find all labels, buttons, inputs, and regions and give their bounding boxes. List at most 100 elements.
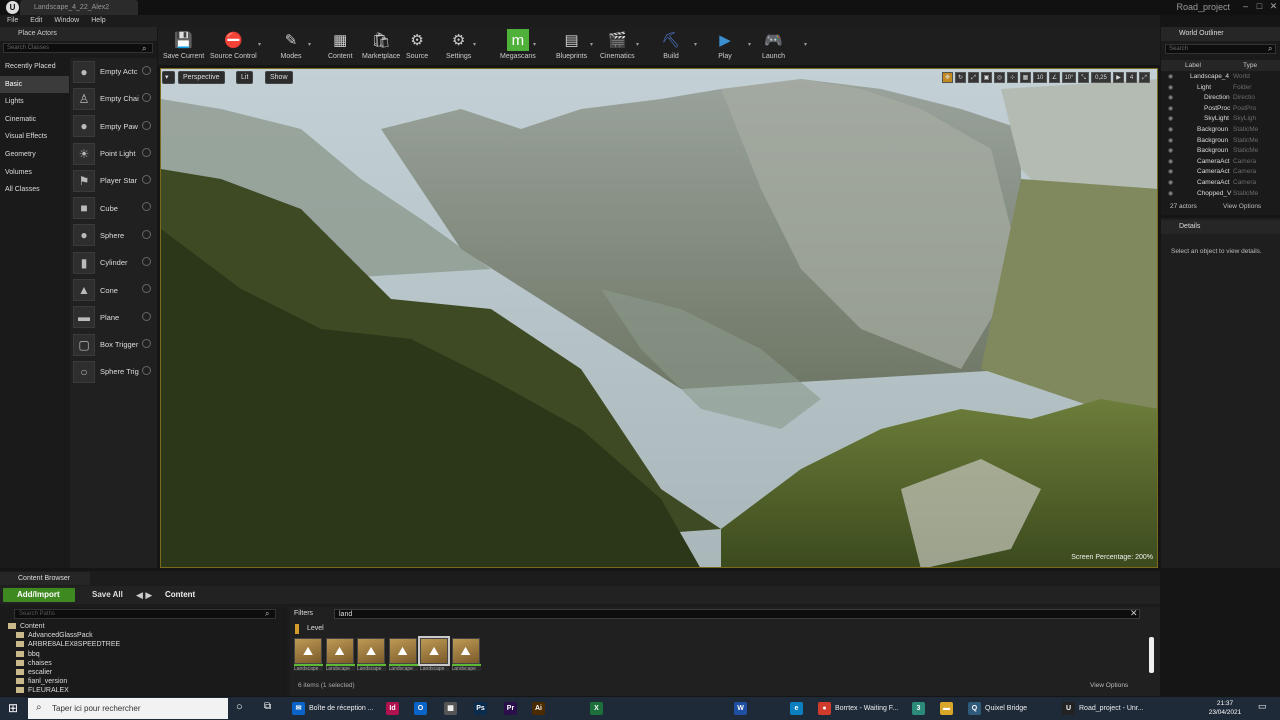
dropdown-arrow-icon[interactable]: ▾	[533, 41, 536, 48]
taskbar-app[interactable]: Pr	[504, 699, 517, 718]
folder-item[interactable]: fianl_version	[16, 677, 67, 686]
folder-item[interactable]: Content	[8, 622, 45, 631]
outliner-row[interactable]: ◉ Light Folder	[1161, 83, 1280, 94]
category-cinematic[interactable]: Cinematic	[0, 111, 69, 129]
folder-item[interactable]: FLEURALEX	[16, 686, 69, 695]
settings-button[interactable]: ⚙ Settings	[446, 29, 471, 63]
info-icon[interactable]	[142, 366, 151, 376]
actor-item[interactable]: ● Sphere	[70, 222, 157, 249]
minimize-icon[interactable]: –	[1238, 0, 1253, 12]
visibility-eye-icon[interactable]: ◉	[1168, 104, 1173, 115]
select-mode-icon[interactable]: ✥	[942, 72, 953, 83]
scale-snap-icon[interactable]: ⤡	[1078, 72, 1089, 83]
search-classes-input[interactable]: Search Classes	[3, 43, 153, 53]
info-icon[interactable]	[142, 147, 151, 157]
info-icon[interactable]	[142, 175, 151, 185]
grid-value[interactable]: 10	[1033, 72, 1047, 83]
marketplace-button[interactable]: 🛍 Marketplace	[362, 29, 400, 63]
taskbar-app[interactable]: e	[790, 699, 803, 718]
visibility-eye-icon[interactable]: ◉	[1168, 146, 1173, 157]
visibility-eye-icon[interactable]: ◉	[1168, 157, 1173, 168]
visibility-eye-icon[interactable]: ◉	[1168, 93, 1173, 104]
folder-item[interactable]: bbq	[16, 650, 40, 659]
outliner-row[interactable]: ◉ Landscape_4 World	[1161, 72, 1280, 83]
source-button[interactable]: ⚙ Source	[406, 29, 428, 63]
level-viewport[interactable]	[160, 68, 1158, 568]
info-icon[interactable]	[142, 257, 151, 267]
menu-help[interactable]: Help	[91, 15, 105, 27]
category-recently-placed[interactable]: Recently Placed	[0, 58, 69, 76]
world-outliner-tab[interactable]: World Outliner	[1161, 27, 1280, 41]
folder-item[interactable]: chaises	[16, 659, 52, 668]
taskbar-app[interactable]: Id	[386, 699, 399, 718]
outliner-search-icon[interactable]: ⌕	[1268, 44, 1272, 54]
actor-item[interactable]: ● Empty Actc	[70, 58, 157, 85]
visibility-eye-icon[interactable]: ◉	[1168, 136, 1173, 147]
asset-tile[interactable]: ⛰ Landscape	[418, 636, 450, 673]
visibility-eye-icon[interactable]: ◉	[1168, 72, 1173, 83]
type-column[interactable]: Type	[1243, 60, 1257, 71]
surface-snap-icon[interactable]: ⊹	[1007, 72, 1018, 83]
search-icon[interactable]: ⌕	[142, 44, 146, 54]
grid-snap-icon[interactable]: ▦	[1020, 72, 1031, 83]
megascans-button[interactable]: m Megascans	[500, 29, 536, 63]
camera-speed-icon[interactable]: ▶	[1113, 72, 1124, 83]
taskbar-app[interactable]: Q Quixel Bridge	[968, 699, 1027, 718]
label-column[interactable]: Label	[1185, 60, 1201, 71]
modes-button[interactable]: ✎ Modes	[280, 29, 302, 63]
world-local-icon[interactable]: ◎	[994, 72, 1005, 83]
actor-item[interactable]: ⚑ Player Star	[70, 167, 157, 194]
actor-item[interactable]: ■ Cube	[70, 194, 157, 221]
taskbar-app[interactable]: O	[414, 699, 427, 718]
save-current-button[interactable]: 💾 Save Current	[163, 29, 204, 63]
angle-value[interactable]: 10°	[1062, 72, 1076, 83]
source-control-button[interactable]: ⛔ Source Control	[210, 29, 257, 63]
outliner-row[interactable]: ◉ SkyLight SkyLigh	[1161, 114, 1280, 125]
content-path-breadcrumb[interactable]: Content	[165, 588, 195, 602]
visibility-eye-icon[interactable]: ◉	[1168, 178, 1173, 189]
actor-item[interactable]: ☀ Point Light	[70, 140, 157, 167]
lit-button[interactable]: Lit	[236, 71, 254, 84]
outliner-row[interactable]: ◉ Chopped_V StaticMe	[1161, 189, 1280, 200]
menu-file[interactable]: File	[7, 15, 18, 27]
outliner-row[interactable]: ◉ PostProc PostPro	[1161, 104, 1280, 115]
scale-value[interactable]: 0,25	[1091, 72, 1111, 83]
outliner-view-options[interactable]: View Options	[1223, 201, 1261, 213]
place-actors-tab[interactable]: Place Actors	[0, 27, 157, 41]
actor-item[interactable]: ▬ Plane	[70, 304, 157, 331]
notifications-icon[interactable]: ▭	[1258, 701, 1267, 712]
dropdown-arrow-icon[interactable]: ▾	[308, 41, 311, 48]
info-icon[interactable]	[142, 311, 151, 321]
play-button[interactable]: ▶ Play	[714, 29, 736, 63]
info-icon[interactable]	[142, 284, 151, 294]
angle-snap-icon[interactable]: ∠	[1049, 72, 1060, 83]
visibility-eye-icon[interactable]: ◉	[1168, 114, 1173, 125]
history-nav-icon[interactable]: ◀ ▶	[136, 588, 152, 602]
taskbar-app[interactable]: Ps	[474, 699, 487, 718]
info-icon[interactable]	[142, 338, 151, 348]
build-button[interactable]: ⛏ Build	[660, 29, 682, 63]
dropdown-arrow-icon[interactable]: ▾	[748, 41, 751, 48]
info-icon[interactable]	[142, 93, 151, 103]
save-all-button[interactable]: Save All	[80, 588, 123, 602]
asset-tile[interactable]: ⛰ Landscape	[357, 638, 386, 673]
details-tab[interactable]: Details	[1161, 220, 1280, 234]
actor-item[interactable]: ● Empty Paw	[70, 113, 157, 140]
translate-icon[interactable]: ↻	[955, 72, 966, 83]
outliner-row[interactable]: ◉ Backgroun StaticMe	[1161, 146, 1280, 157]
dropdown-arrow-icon[interactable]: ▾	[636, 41, 639, 48]
asset-tile[interactable]: ⛰ Landscape	[325, 638, 355, 673]
taskbar-app[interactable]: W	[734, 699, 747, 718]
folder-item[interactable]: escalier	[16, 668, 52, 677]
visibility-eye-icon[interactable]: ◉	[1168, 125, 1173, 136]
close-icon[interactable]: ✕	[1266, 0, 1280, 12]
category-geometry[interactable]: Geometry	[0, 146, 69, 164]
category-volumes[interactable]: Volumes	[0, 164, 69, 182]
actor-item[interactable]: ▮ Cylinder	[70, 249, 157, 276]
folder-item[interactable]: ARBRE8ALEX8SPEEDTREE	[16, 640, 120, 649]
taskbar-app[interactable]: U Road_project - Unr...	[1062, 699, 1144, 718]
folder-item[interactable]: AdvancedGlassPack	[16, 631, 93, 640]
launch-button[interactable]: 🎮 Launch	[762, 29, 785, 63]
actor-item[interactable]: ▢ Box Trigger	[70, 331, 157, 358]
search-paths-input[interactable]: Search Paths	[14, 609, 276, 619]
